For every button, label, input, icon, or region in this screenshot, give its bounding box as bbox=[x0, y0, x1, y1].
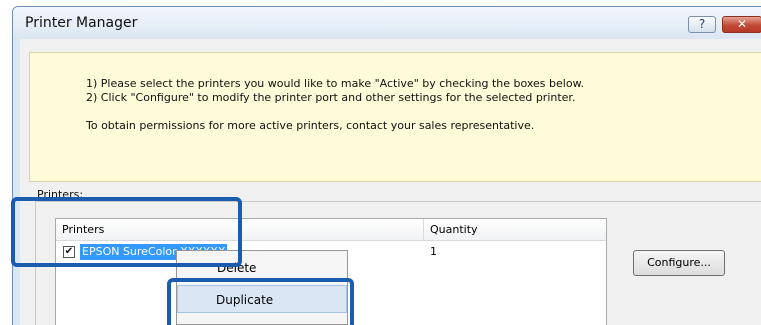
printer-quantity: 1 bbox=[430, 245, 437, 258]
title-bar[interactable]: Printer Manager ? ✕ bbox=[13, 7, 761, 39]
dialog-body: 1) Please select the printers you would … bbox=[20, 39, 761, 325]
help-icon: ? bbox=[698, 17, 706, 31]
column-header-quantity[interactable]: Quantity bbox=[424, 219, 606, 241]
instruction-line-1: 1) Please select the printers you would … bbox=[86, 77, 585, 90]
configure-button[interactable]: Configure... bbox=[633, 250, 725, 276]
window-title: Printer Manager bbox=[25, 15, 138, 31]
permissions-note: To obtain permissions for more active pr… bbox=[86, 119, 535, 132]
instruction-line-2: 2) Click "Configure" to modify the print… bbox=[86, 91, 576, 104]
help-button[interactable]: ? bbox=[688, 16, 716, 33]
highlight-duplicate-item bbox=[167, 278, 354, 325]
close-icon: ✕ bbox=[736, 17, 748, 31]
instructions-panel: 1) Please select the printers you would … bbox=[29, 52, 761, 182]
highlight-printer-row bbox=[11, 197, 242, 267]
printer-manager-window: Printer Manager ? ✕ 1) Please select the… bbox=[12, 6, 761, 325]
close-button[interactable]: ✕ bbox=[722, 16, 761, 33]
